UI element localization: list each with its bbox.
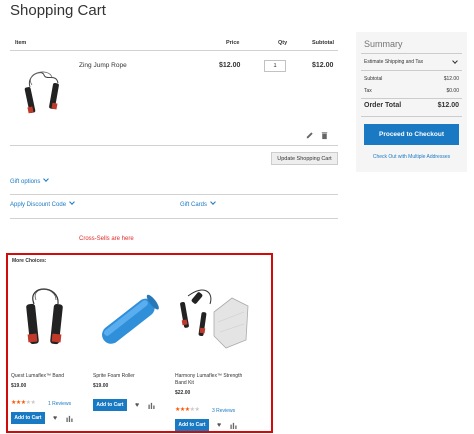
heart-icon[interactable]: ♥ — [53, 415, 57, 422]
gift-options-label: Gift options — [10, 179, 41, 185]
reviews-link[interactable]: 1 Reviews — [48, 401, 71, 407]
multi-address-checkout-link[interactable]: Check Out with Multiple Addresses — [364, 154, 459, 160]
add-to-cart-button[interactable]: Add to Cart — [175, 419, 209, 431]
divider — [10, 194, 338, 195]
col-header-subtotal: Subtotal — [312, 40, 334, 46]
product-price: $19.00 — [11, 383, 27, 389]
divider — [361, 116, 462, 117]
trash-icon[interactable] — [320, 131, 329, 140]
subtotal-label: Subtotal — [364, 76, 383, 82]
product-price: $12.00 — [219, 62, 241, 69]
product-price: $19.00 — [93, 383, 109, 389]
product-name-link[interactable]: Harmony Lumaflex™ Strength Band Kit — [175, 373, 253, 387]
order-total-value: $12.00 — [437, 102, 459, 109]
order-summary: Summary Estimate Shipping and Tax Subtot… — [356, 32, 467, 172]
order-total-label: Order Total — [364, 102, 402, 109]
gift-cards-label: Gift Cards — [180, 202, 208, 208]
order-total-row: Order Total $12.00 — [364, 102, 459, 109]
rating-stars: ★★★★★ — [175, 407, 200, 413]
gift-options-toggle[interactable]: Gift options — [10, 176, 50, 185]
tax-label: Tax — [364, 88, 372, 94]
summary-title: Summary — [364, 39, 403, 49]
apply-discount-toggle[interactable]: Apply Discount Code — [10, 199, 75, 208]
subtotal-value: $12.00 — [443, 76, 459, 82]
page-title: Shopping Cart — [10, 2, 106, 19]
item-divider — [10, 145, 338, 146]
chevron-down-icon — [69, 199, 75, 205]
rating-stars: ★★★★★ — [11, 400, 36, 406]
divider — [361, 70, 462, 71]
product-image[interactable] — [174, 282, 252, 354]
header-divider — [10, 50, 338, 51]
product-image[interactable] — [12, 282, 82, 354]
crosssell-block: More Choices: Quest Lumaflex™ Band $19.0… — [6, 253, 273, 433]
product-price: $22.00 — [175, 390, 191, 396]
product-card: Harmony Lumaflex™ Strength Band Kit $22.… — [172, 255, 252, 431]
heart-icon[interactable]: ♥ — [135, 402, 139, 409]
product-image[interactable] — [22, 67, 64, 119]
gift-cards-toggle[interactable]: Gift Cards — [180, 199, 216, 208]
estimate-shipping-label: Estimate Shipping and Tax — [364, 59, 424, 65]
heart-icon[interactable]: ♥ — [217, 422, 221, 429]
product-name-link[interactable]: Zing Jump Rope — [79, 62, 127, 69]
divider — [10, 218, 338, 219]
chevron-down-icon — [43, 176, 50, 182]
product-name-link[interactable]: Sprite Foam Roller — [93, 373, 171, 380]
reviews-link[interactable]: 3 Reviews — [212, 408, 235, 414]
estimate-shipping-toggle[interactable]: Estimate Shipping and Tax — [364, 58, 459, 65]
product-card: Sprite Foam Roller $19.00 Add to Cart ♥ — [90, 255, 170, 431]
compare-icon[interactable] — [230, 422, 237, 429]
tax-value: $0.00 — [446, 88, 459, 94]
add-to-cart-button[interactable]: Add to Cart — [11, 412, 45, 424]
chevron-down-icon — [210, 199, 216, 205]
compare-icon[interactable] — [66, 415, 73, 422]
crosssell-annotation: Cross-Sells are here — [79, 236, 134, 242]
proceed-to-checkout-button[interactable]: Proceed to Checkout — [364, 124, 459, 145]
product-subtotal: $12.00 — [312, 62, 334, 69]
tax-row: Tax $0.00 — [364, 88, 459, 94]
divider — [361, 53, 462, 54]
col-header-item: Item — [15, 40, 27, 46]
product-card: Quest Lumaflex™ Band $19.00 ★★★★★ 1 Revi… — [8, 255, 88, 431]
apply-discount-label: Apply Discount Code — [10, 202, 67, 208]
col-header-price: Price — [226, 40, 240, 46]
divider — [361, 98, 462, 99]
chevron-down-icon — [452, 58, 458, 64]
update-cart-button[interactable]: Update Shopping Cart — [271, 152, 338, 165]
compare-icon[interactable] — [148, 402, 155, 409]
edit-icon[interactable] — [305, 131, 314, 140]
subtotal-row: Subtotal $12.00 — [364, 76, 459, 82]
add-to-cart-button[interactable]: Add to Cart — [93, 399, 127, 411]
product-image[interactable] — [94, 282, 164, 354]
qty-input[interactable] — [264, 60, 286, 72]
product-name-link[interactable]: Quest Lumaflex™ Band — [11, 373, 89, 380]
col-header-qty: Qty — [278, 40, 288, 46]
